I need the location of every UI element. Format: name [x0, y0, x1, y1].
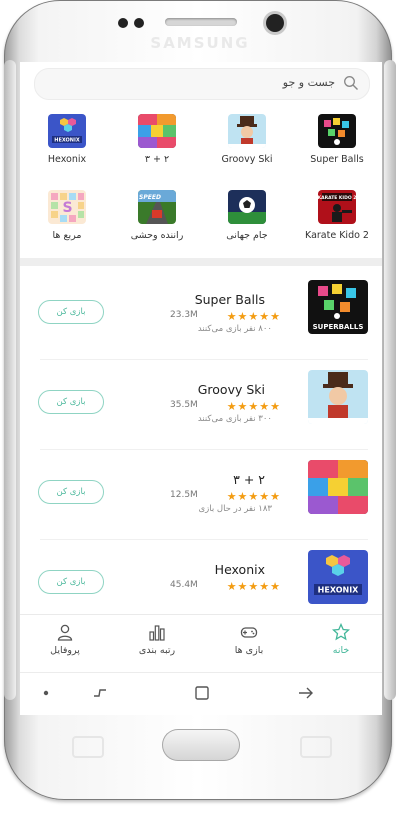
svg-text:SPEED: SPEED: [139, 194, 161, 201]
nav-games[interactable]: بازی ها: [214, 621, 284, 661]
nav-label: خانه: [332, 645, 350, 656]
system-navigation-bar: [20, 672, 382, 715]
phone-right-edge: [384, 60, 396, 700]
groovy-ski-icon: [308, 370, 368, 424]
star-icon: [332, 623, 350, 641]
back-arrow-icon[interactable]: [296, 683, 316, 703]
grid-item-label: ۳ + ۲: [144, 154, 170, 165]
three-plus-two-icon: [308, 460, 368, 514]
earpiece-speaker: [165, 18, 237, 26]
bottom-navigation: پروفایل رتبه بندی بازی ها خانه: [20, 614, 382, 669]
players-count: ۱۸۳ نفر در حال بازی: [198, 504, 273, 514]
nav-ranking[interactable]: رتبه بندی: [122, 621, 192, 661]
gamepad-icon: [240, 627, 258, 638]
squares-icon: S: [48, 190, 86, 224]
list-logo-text: SUPERBALLS: [313, 323, 364, 331]
game-title: Groovy Ski: [197, 382, 265, 397]
players-count: ۸۰۰ نفر بازی می‌کنند: [197, 324, 272, 334]
download-count: 45.4M: [170, 580, 198, 590]
three-plus-two-icon: [138, 114, 176, 148]
super-balls-icon: SUPERBALLS: [308, 280, 368, 334]
nav-profile[interactable]: پروفایل: [30, 621, 100, 661]
rating-stars: ★★★★★: [226, 580, 281, 593]
recent-apps-icon[interactable]: [90, 683, 110, 703]
grid-item-label: Karate Kido 2: [305, 230, 369, 241]
app-screen: جست و جو Super Balls Groovy Ski ۳ + ۲ HE…: [20, 62, 382, 672]
wild-driver-icon: SPEED: [138, 190, 176, 224]
svg-text:S: S: [62, 200, 72, 216]
section-separator: [20, 258, 382, 266]
grid-item-world-cup[interactable]: جام جهانی: [202, 184, 292, 252]
game-title: Hexonix: [214, 562, 265, 577]
game-list: SUPERBALLS Super Balls ★★★★★ 23.3M ۸۰۰ ن…: [20, 270, 382, 608]
grid-item-wild-driver[interactable]: SPEED راننده وحشی: [112, 184, 202, 252]
rating-stars: ★★★★★: [226, 400, 281, 413]
grid-item-label: جام جهانی: [226, 230, 268, 241]
grid-item-squares[interactable]: S مربع ها: [22, 184, 112, 252]
groovy-ski-icon: [228, 114, 266, 148]
game-title: Super Balls: [194, 292, 265, 307]
sensor-dots: [118, 16, 150, 30]
search-input[interactable]: جست و جو: [283, 76, 335, 89]
user-icon: [57, 624, 73, 641]
super-balls-icon: [318, 114, 356, 148]
hexonix-icon: HEXONIX: [48, 114, 86, 148]
hardware-back-key[interactable]: [72, 736, 104, 758]
karate-kido-icon: KARATE KIDO 2: [318, 190, 356, 224]
phone-left-edge: [4, 60, 16, 700]
hardware-home-button[interactable]: [162, 729, 240, 761]
home-soft-icon[interactable]: [192, 683, 212, 703]
play-button[interactable]: بازی کن: [38, 480, 104, 504]
players-count: ۳۰۰ نفر بازی می‌کنند: [197, 414, 272, 424]
nav-label: بازی ها: [234, 645, 264, 656]
dot-icon[interactable]: [36, 683, 56, 703]
featured-games-grid: Super Balls Groovy Ski ۳ + ۲ HEXONIX Hex…: [20, 108, 382, 254]
rating-stars: ★★★★★: [226, 310, 281, 323]
grid-item-label: Groovy Ski: [221, 154, 273, 165]
grid-item-label: راننده وحشی: [130, 230, 184, 241]
rating-stars: ★★★★★: [226, 490, 281, 503]
world-cup-icon: [228, 190, 266, 224]
grid-item-karate-kido[interactable]: KARATE KIDO 2 Karate Kido 2: [292, 184, 382, 252]
download-count: 23.3M: [170, 310, 198, 320]
list-logo-text: HEXONIX: [318, 586, 360, 595]
play-button[interactable]: بازی کن: [38, 390, 104, 414]
search-icon[interactable]: [343, 75, 359, 91]
list-item[interactable]: ۳ + ۲ ★★★★★ 12.5M ۱۸۳ نفر در حال بازی با…: [20, 450, 382, 540]
nav-home[interactable]: خانه: [306, 621, 376, 661]
grid-item-super-balls[interactable]: Super Balls: [292, 108, 382, 176]
svg-text:HEXONIX: HEXONIX: [54, 138, 80, 144]
play-button[interactable]: بازی کن: [38, 570, 104, 594]
nav-label: رتبه بندی: [138, 645, 176, 656]
grid-item-three-plus-two[interactable]: ۳ + ۲: [112, 108, 202, 176]
grid-item-label: Super Balls: [310, 154, 364, 165]
download-count: 12.5M: [170, 490, 198, 500]
search-bar[interactable]: جست و جو: [34, 68, 370, 100]
nav-label: پروفایل: [50, 645, 80, 656]
play-button[interactable]: بازی کن: [38, 300, 104, 324]
hardware-recent-key[interactable]: [300, 736, 332, 758]
grid-item-hexonix[interactable]: HEXONIX Hexonix: [22, 108, 112, 176]
device-brand: SAMSUNG: [150, 34, 250, 52]
list-item[interactable]: SUPERBALLS Super Balls ★★★★★ 23.3M ۸۰۰ ن…: [20, 270, 382, 360]
grid-item-groovy-ski[interactable]: Groovy Ski: [202, 108, 292, 176]
hexonix-icon: HEXONIX: [308, 550, 368, 604]
list-item[interactable]: Groovy Ski ★★★★★ 35.5M ۳۰۰ نفر بازی می‌ک…: [20, 360, 382, 450]
bar-chart-icon: [149, 625, 165, 641]
grid-item-label: Hexonix: [47, 154, 87, 165]
grid-item-label: مربع ها: [52, 230, 82, 241]
game-title: ۳ + ۲: [233, 472, 265, 487]
svg-text:KARATE KIDO 2: KARATE KIDO 2: [318, 195, 356, 201]
front-camera-icon: [266, 14, 284, 32]
download-count: 35.5M: [170, 400, 198, 410]
